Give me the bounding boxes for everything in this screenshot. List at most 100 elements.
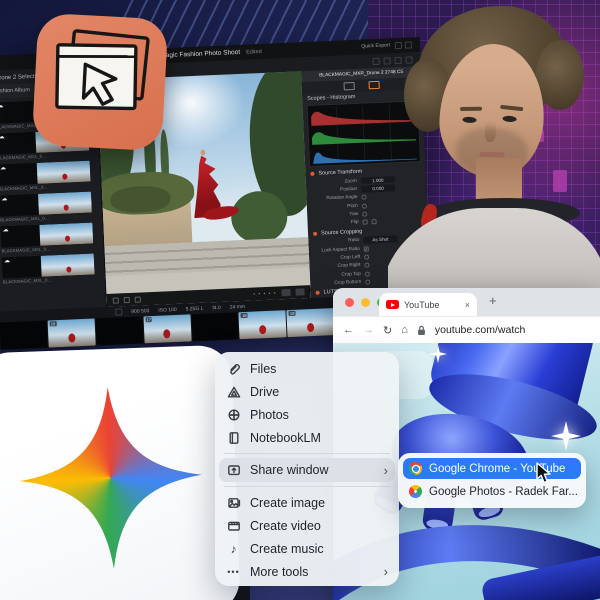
submenu-item-google-photos[interactable]: Google Photos - Radek Far... (403, 481, 581, 502)
cloud-sync-icon: ☁ (0, 164, 6, 171)
eyebrow (500, 105, 523, 111)
dial-knob[interactable] (364, 263, 369, 268)
new-tab-button[interactable]: + (489, 293, 497, 308)
eye (462, 116, 476, 123)
tab-bar: YouTube × + (333, 288, 600, 316)
browser-doodle-app-icon (32, 13, 169, 152)
bin-clip-thumbnail[interactable]: ☁ BLACKMAGIC_MXL_0… (0, 191, 95, 222)
tab-icon[interactable] (344, 82, 355, 90)
youtube-favicon (386, 300, 399, 309)
menu-item-label: Files (250, 362, 276, 376)
hand-drawn-window-cursor-icon (32, 13, 169, 152)
notebook-icon (226, 430, 241, 445)
dial-knob[interactable] (365, 279, 370, 284)
forward-icon[interactable]: → (363, 324, 374, 336)
menu-item-label: NotebookLM (250, 431, 321, 445)
lock-aspect-checkbox[interactable]: ✓ (364, 246, 369, 251)
close-window-button[interactable] (345, 298, 354, 307)
meta-resolution: 800 503 (131, 308, 149, 315)
hair (536, 40, 584, 110)
quick-export-button[interactable]: Quick Export (361, 42, 390, 49)
rating-dots[interactable]: • • • • • (253, 290, 277, 297)
dial-knob[interactable] (364, 254, 369, 259)
filmstrip-frame[interactable] (95, 316, 143, 345)
dial-knob[interactable] (365, 271, 370, 276)
transport-icon[interactable] (135, 296, 141, 302)
meta-aperture: f4.0 (212, 305, 221, 311)
section-title: Source Transform (318, 169, 362, 177)
cloud-sync-icon: ☁ (1, 195, 7, 202)
tab-icon-active[interactable] (368, 81, 379, 89)
menu-item-label: Create music (250, 542, 324, 556)
menu-item-label: More tools (250, 565, 308, 579)
eye (502, 116, 516, 123)
back-icon[interactable]: ← (343, 324, 354, 336)
address-url[interactable]: youtube.com/watch (435, 324, 525, 336)
flip-toggle[interactable] (372, 220, 377, 225)
filmstrip-frame[interactable]: 16 (47, 319, 95, 348)
transport-icon[interactable] (113, 297, 119, 303)
filmstrip-frame[interactable]: 17 (143, 314, 191, 343)
home-icon[interactable]: ⌂ (401, 324, 408, 336)
meta-iso: ISO 100 (158, 306, 177, 313)
gemini-card (0, 345, 241, 600)
image-icon (226, 495, 241, 510)
menu-item-label: Drive (250, 385, 279, 399)
dial-knob[interactable] (362, 212, 367, 217)
menu-item-label: Share window (250, 463, 329, 477)
thumbnail-composite: Blackmagic Fashion Photo Shoot Edited Qu… (0, 0, 600, 600)
scopes-title: Scopes - Histogram (307, 94, 356, 102)
transport-chip[interactable] (281, 289, 290, 296)
dial-knob[interactable] (362, 203, 367, 208)
lock-icon (417, 325, 426, 336)
url-bar: ← → ↻ ⌂ youtube.com/watch (333, 316, 600, 343)
music-note-icon: ♪ (226, 541, 241, 556)
transport-icon[interactable] (124, 296, 130, 302)
clapper-icon (226, 518, 241, 533)
view-mode-icon[interactable] (372, 57, 379, 64)
bin-clip-thumbnail[interactable]: ☁ BLACKMAGIC_MXL_0… (0, 160, 94, 191)
submenu-chevron-icon: › (384, 564, 388, 579)
person-photo (388, 0, 600, 296)
tab-close-icon[interactable]: × (465, 300, 470, 310)
reload-icon[interactable]: ↻ (383, 324, 392, 337)
edited-badge: Edited (246, 48, 262, 55)
tab-youtube[interactable]: YouTube × (379, 293, 477, 316)
mouse-cursor (536, 462, 553, 485)
mouth (480, 152, 505, 157)
menu-item-more-tools[interactable]: ••• More tools › (215, 560, 399, 583)
filmstrip-frame[interactable]: 19 (287, 308, 335, 337)
drive-icon (226, 384, 241, 399)
menu-item-create-music[interactable]: ♪ Create music (215, 537, 399, 560)
menu-item-photos[interactable]: Photos (215, 403, 399, 426)
transport-chip[interactable] (295, 288, 304, 295)
eyebrow (460, 107, 482, 111)
menu-separator (224, 486, 390, 487)
menu-item-create-video[interactable]: Create video (215, 514, 399, 537)
menu-item-files[interactable]: Files (215, 357, 399, 380)
menu-separator (224, 453, 390, 454)
dial-knob[interactable] (361, 195, 366, 200)
menu-item-label: Photos (250, 408, 289, 422)
section-title: Source Cropping (321, 229, 363, 237)
share-window-submenu: Google Chrome - YouTube Google Photos - … (398, 453, 586, 508)
tab-title: YouTube (404, 300, 439, 310)
filmstrip-frame[interactable] (0, 321, 48, 350)
model-head (200, 150, 205, 156)
submenu-chevron-icon: › (384, 463, 388, 478)
menu-item-create-image[interactable]: Create image (215, 491, 399, 514)
gemini-star-logo (17, 384, 205, 572)
menu-item-drive[interactable]: Drive (215, 380, 399, 403)
gray-sweater (388, 208, 600, 296)
bin-clip-thumbnail[interactable]: ☁ BLACKMAGIC_MXL_0… (2, 253, 98, 284)
photos-icon (226, 407, 241, 422)
sparkle-glint (429, 345, 447, 363)
submenu-item-chrome-youtube[interactable]: Google Chrome - YouTube (403, 458, 581, 479)
menu-item-share-window[interactable]: Share window › (219, 458, 395, 482)
flip-toggle[interactable] (363, 220, 368, 225)
menu-item-notebooklm[interactable]: NotebookLM (215, 426, 399, 449)
minimize-window-button[interactable] (361, 298, 370, 307)
filmstrip-frame[interactable] (191, 312, 239, 341)
bin-clip-thumbnail[interactable]: ☁ BLACKMAGIC_MXL_0… (0, 222, 96, 253)
filmstrip-frame[interactable]: 18 (239, 310, 287, 339)
